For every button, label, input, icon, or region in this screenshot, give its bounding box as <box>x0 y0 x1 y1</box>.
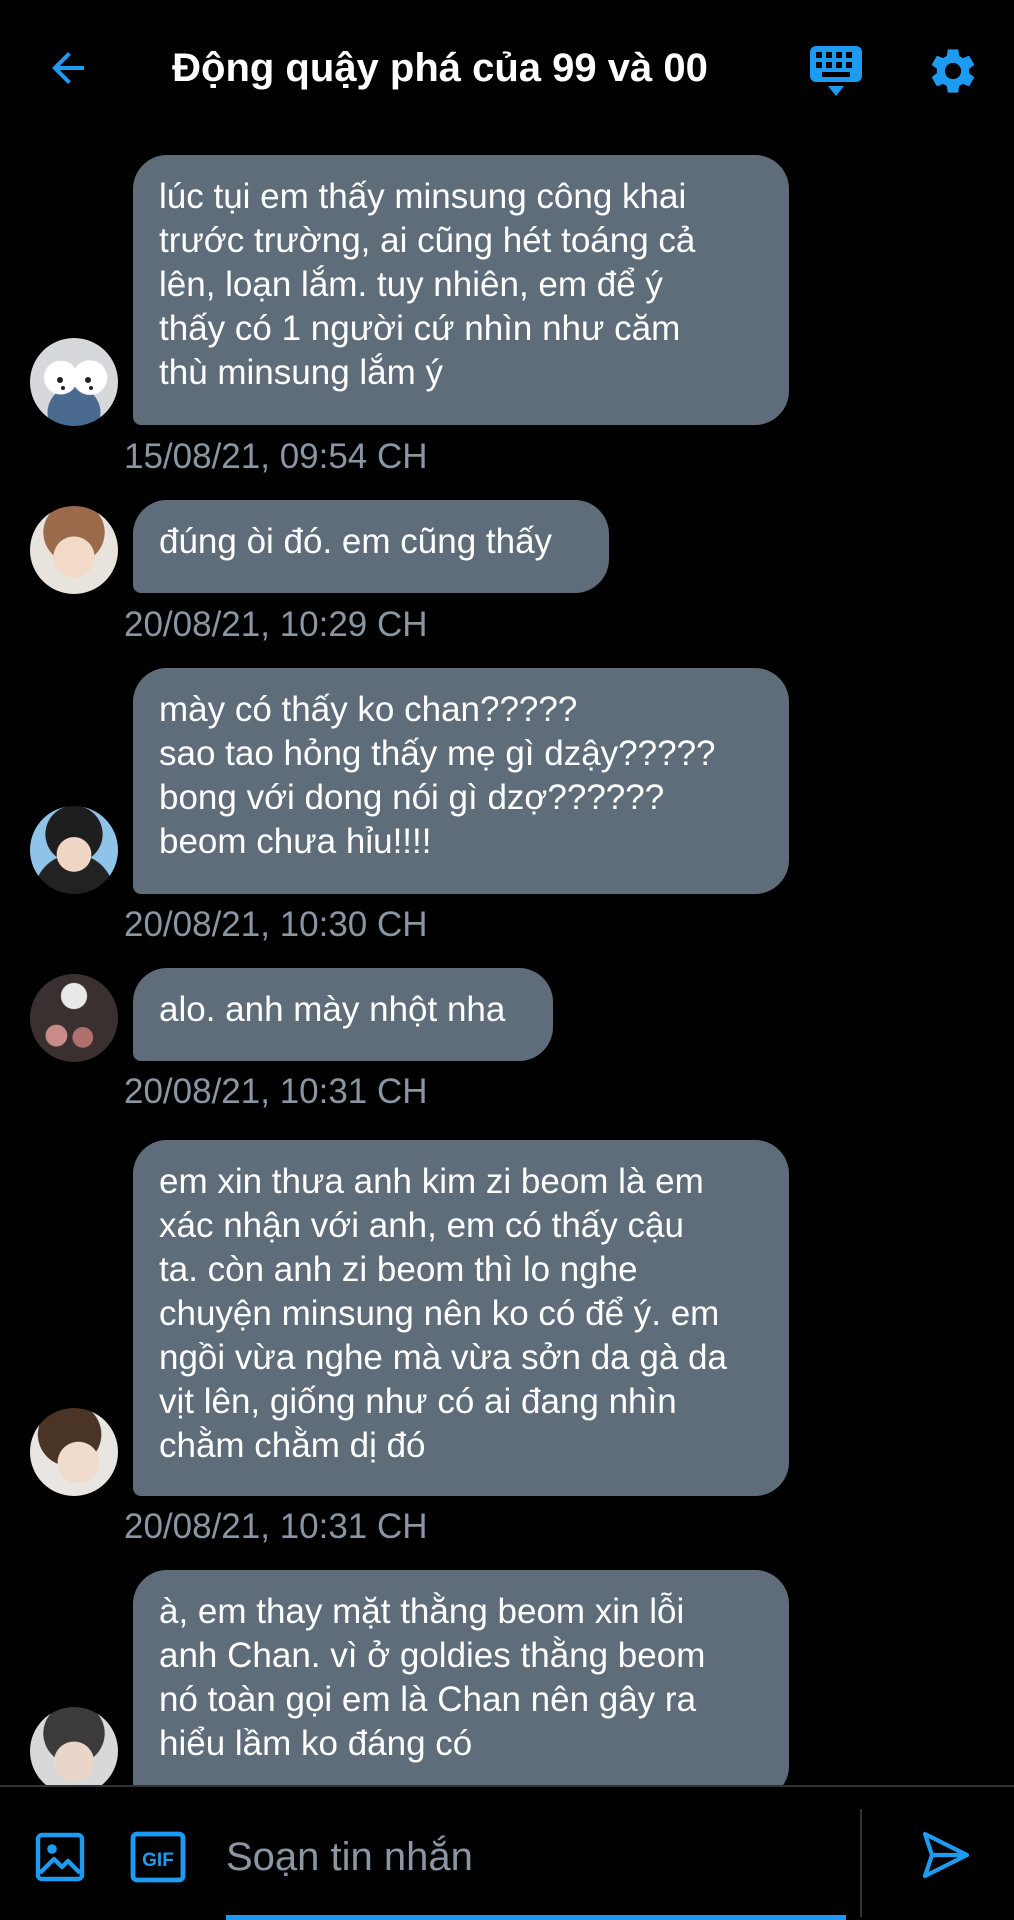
composer-divider <box>860 1809 862 1917</box>
message-bubble[interactable]: alo. anh mày nhột nha <box>133 968 553 1061</box>
message-bubble[interactable]: lúc tụi em thấy minsung công khai trước … <box>133 155 789 425</box>
avatar[interactable] <box>30 1707 118 1785</box>
avatar[interactable] <box>30 974 118 1062</box>
message-list[interactable]: lúc tụi em thấy minsung công khai trước … <box>0 140 1014 1785</box>
message-timestamp: 20/08/21, 10:29 CH <box>124 605 428 644</box>
message-timestamp: 15/08/21, 09:54 CH <box>124 437 428 476</box>
avatar[interactable] <box>30 338 118 426</box>
message-composer: GIF <box>0 1785 1014 1920</box>
message-bubble[interactable]: mày có thấy ko chan????? sao tao hỏng th… <box>133 668 789 894</box>
avatar[interactable] <box>30 806 118 894</box>
message-bubble[interactable]: à, em thay mặt thằng beom xin lỗi anh Ch… <box>133 1570 789 1785</box>
gif-label: GIF <box>142 1850 174 1871</box>
send-icon[interactable] <box>918 1827 974 1883</box>
message-timestamp: 20/08/21, 10:30 CH <box>124 905 428 944</box>
gear-icon[interactable] <box>926 44 980 98</box>
conversation-header: Động quậy phá của 99 và 00 <box>0 0 1014 140</box>
message-bubble[interactable]: em xin thưa anh kim zi beom là em xác nh… <box>133 1140 789 1496</box>
dog-illustration <box>57 377 93 390</box>
message-bubble[interactable]: đúng òi đó. em cũng thấy <box>133 500 609 593</box>
gif-icon[interactable]: GIF <box>130 1831 186 1883</box>
conversation-title: Động quậy phá của 99 và 00 <box>172 46 708 90</box>
message-timestamp: 20/08/21, 10:31 CH <box>124 1507 428 1546</box>
keyboard-icon[interactable] <box>808 44 864 98</box>
message-input[interactable] <box>226 1821 826 1893</box>
arrow-left-icon[interactable] <box>44 44 92 92</box>
message-timestamp: 20/08/21, 10:31 CH <box>124 1072 428 1111</box>
avatar[interactable] <box>30 506 118 594</box>
image-icon[interactable] <box>34 1831 86 1883</box>
input-focus-underline <box>226 1915 846 1920</box>
avatar[interactable] <box>30 1408 118 1496</box>
